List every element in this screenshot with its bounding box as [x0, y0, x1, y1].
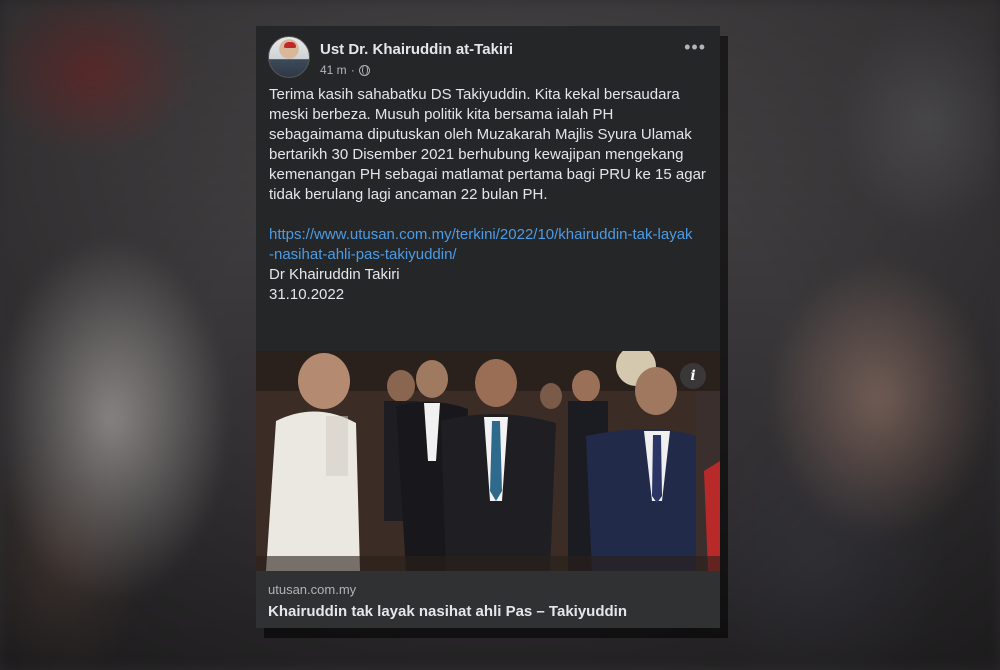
signature-name: Dr Khairuddin Takiri [269, 266, 400, 283]
article-photo[interactable]: i [256, 351, 720, 571]
article-link[interactable]: https://www.utusan.com.my/terkini/2022/1… [269, 225, 694, 265]
author-name[interactable]: Ust Dr. Khairuddin at-Takiri [320, 41, 513, 58]
globe-icon [358, 64, 370, 76]
avatar-cap [284, 42, 296, 48]
photo-illustration [256, 351, 720, 571]
meta-separator: · [350, 63, 355, 77]
post-message: Terima kasih sahabatku DS Takiyuddin. Ki… [269, 86, 706, 203]
post-meta: 41 m · [320, 63, 370, 77]
facebook-post-card: Ust Dr. Khairuddin at-Takiri 41 m · ••• … [256, 26, 720, 628]
info-icon[interactable]: i [680, 363, 706, 389]
preview-domain: utusan.com.my [268, 582, 357, 597]
signature-date: 31.10.2022 [269, 286, 345, 303]
post-time[interactable]: 41 m [320, 63, 347, 77]
author-avatar[interactable] [268, 36, 310, 78]
more-horizontal-icon[interactable]: ••• [684, 38, 706, 56]
preview-headline[interactable]: Khairuddin tak layak nasihat ahli Pas – … [268, 603, 708, 620]
post-header: Ust Dr. Khairuddin at-Takiri 41 m · ••• [256, 26, 720, 86]
post-body: Terima kasih sahabatku DS Takiyuddin. Ki… [269, 85, 709, 305]
link-preview[interactable]: utusan.com.my Khairuddin tak layak nasih… [256, 571, 720, 628]
